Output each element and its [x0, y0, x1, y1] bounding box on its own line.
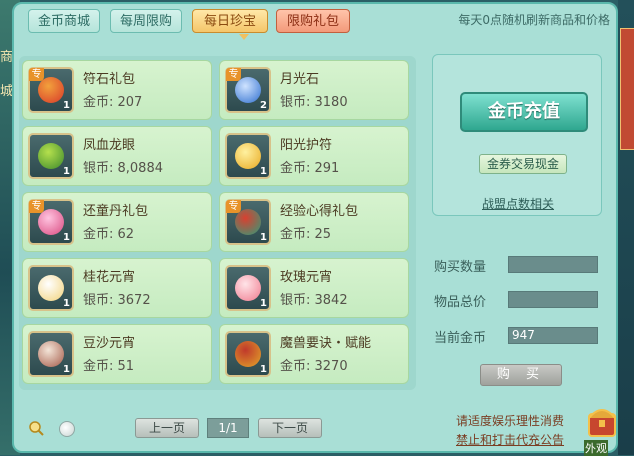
item-name: 还童丹礼包: [83, 204, 149, 219]
shop-item[interactable]: 1 阳光护符金币: 291: [219, 126, 409, 186]
item-icon-slot: 专1: [28, 199, 74, 245]
shop-item[interactable]: 1 玫瑰元宵银币: 3842: [219, 258, 409, 318]
item-price: 金币: 51: [83, 359, 135, 374]
shop-panel: 金币商城 每周限购 每日珍宝 限购礼包 每天0点随机刷新商品和价格 专 1 符石礼包…: [12, 2, 618, 453]
item-count: 1: [63, 298, 70, 309]
gold-recharge-button[interactable]: 金币充值: [460, 92, 588, 132]
item-icon-slot: 1: [225, 133, 271, 179]
shop-item[interactable]: 专 1 经验心得礼包 金币: 25: [219, 192, 409, 252]
item-name: 魔兽要诀・赋能: [280, 336, 372, 351]
item-count: 1: [63, 232, 70, 243]
item-icon-slot: 专1: [28, 67, 74, 113]
item-icon-slot: 1: [28, 331, 74, 377]
shop-item[interactable]: 专 1 符石礼包 金币: 207: [22, 60, 212, 120]
exclusive-badge: 专: [226, 68, 241, 81]
item-price: 金币: 207: [83, 95, 143, 110]
rose-dumplings-icon: [235, 275, 261, 301]
item-price: 银币: 3842: [280, 293, 348, 308]
treasure-chest-icon[interactable]: [586, 400, 618, 440]
longan-fruit-icon: [38, 143, 64, 169]
buy-button[interactable]: 购 买: [480, 364, 562, 386]
item-count: 1: [260, 298, 267, 309]
blue-moonstone-icon: [235, 77, 261, 103]
shop-item[interactable]: 1 凤血龙眼银币: 8,0884: [22, 126, 212, 186]
recharge-box: 金币充值 金券交易现金 战盟点数相关: [432, 54, 602, 216]
item-icon-slot: 1: [225, 265, 271, 311]
background-right-edge: [618, 0, 634, 455]
exclusive-badge: 专: [29, 68, 44, 81]
item-price: 银币: 3672: [83, 293, 151, 308]
alliance-points-link[interactable]: 战盟点数相关: [482, 195, 554, 212]
item-icon-slot: 专2: [225, 67, 271, 113]
item-price: 金币: 25: [280, 227, 332, 242]
prev-page-button[interactable]: 上一页: [135, 418, 199, 438]
item-count: 1: [63, 166, 70, 177]
item-price: 金币: 291: [280, 161, 340, 176]
next-page-button[interactable]: 下一页: [258, 418, 322, 438]
quantity-field[interactable]: [508, 256, 598, 273]
item-icon-slot: 专1: [225, 199, 271, 245]
voucher-exchange-button[interactable]: 金券交易现金: [479, 154, 567, 174]
item-count: 1: [63, 364, 70, 375]
page-indicator: 1/1: [207, 418, 249, 438]
exclusive-badge: 专: [226, 200, 241, 213]
green-book-bag-icon: [235, 209, 261, 235]
exclusive-badge: 专: [29, 200, 44, 213]
item-name: 月光石: [280, 72, 320, 87]
current-gold-label: 当前金币: [434, 331, 487, 346]
pink-flower-bag-icon: [38, 209, 64, 235]
tab-weekly-limited[interactable]: 每周限购: [110, 9, 182, 33]
sun-amulet-icon: [235, 143, 261, 169]
shop-item[interactable]: 1 豆沙元宵金币: 51: [22, 324, 212, 384]
red-gift-bag-icon: [38, 77, 64, 103]
item-name: 豆沙元宵: [83, 336, 136, 351]
magnifier-icon[interactable]: [28, 420, 44, 436]
item-price: 金币: 62: [83, 227, 135, 242]
item-name: 阳光护符: [280, 138, 333, 153]
item-count: 1: [260, 232, 267, 243]
item-name: 玫瑰元宵: [280, 270, 333, 285]
bean-paste-dumplings-icon: [38, 341, 64, 367]
item-name: 凤血龙眼: [83, 138, 136, 153]
item-price: 银币: 3180: [280, 95, 348, 110]
tab-gold-mall[interactable]: 金币商城: [28, 9, 100, 33]
tab-limited-pack[interactable]: 限购礼包: [276, 9, 350, 33]
quantity-label: 购买数量: [434, 260, 487, 275]
active-tab-indicator: [239, 34, 249, 40]
moderate-play-notice: 请适度娱乐理性消费: [456, 414, 565, 428]
osmanthus-dumplings-icon: [38, 275, 64, 301]
shop-item[interactable]: 1 桂花元宵银币: 3672: [22, 258, 212, 318]
shop-item[interactable]: 专 1 还童丹礼包 金币: 62: [22, 192, 212, 252]
item-count: 1: [260, 166, 267, 177]
side-banner[interactable]: [620, 28, 634, 150]
chest-label: 外观: [584, 440, 608, 456]
total-price-label: 物品总价: [434, 295, 487, 310]
current-gold-field: 947: [508, 327, 598, 344]
total-price-field: [508, 291, 598, 308]
item-count: 1: [63, 100, 70, 111]
item-name: 桂花元宵: [83, 270, 136, 285]
anti-proxy-announcement-link[interactable]: 禁止和打击代充公告: [456, 431, 564, 448]
toggle-dot-icon[interactable]: [59, 421, 75, 437]
item-name: 符石礼包: [83, 72, 136, 87]
shop-item[interactable]: 1 魔兽要诀・赋能 金币: 3270: [219, 324, 409, 384]
refresh-notice: 每天0点随机刷新商品和价格: [458, 13, 610, 27]
item-count: 2: [260, 100, 267, 111]
item-icon-slot: 1: [225, 331, 271, 377]
item-price: 银币: 8,0884: [83, 161, 163, 176]
item-icon-slot: 1: [28, 133, 74, 179]
item-count: 1: [260, 364, 267, 375]
item-icon-slot: 1: [28, 265, 74, 311]
golden-helmet-icon: [235, 341, 261, 367]
shop-item[interactable]: 专 2 月光石 银币: 3180: [219, 60, 409, 120]
item-name: 经验心得礼包: [280, 204, 359, 219]
tab-daily-treasure[interactable]: 每日珍宝: [192, 9, 268, 33]
item-price: 金币: 3270: [280, 359, 348, 374]
